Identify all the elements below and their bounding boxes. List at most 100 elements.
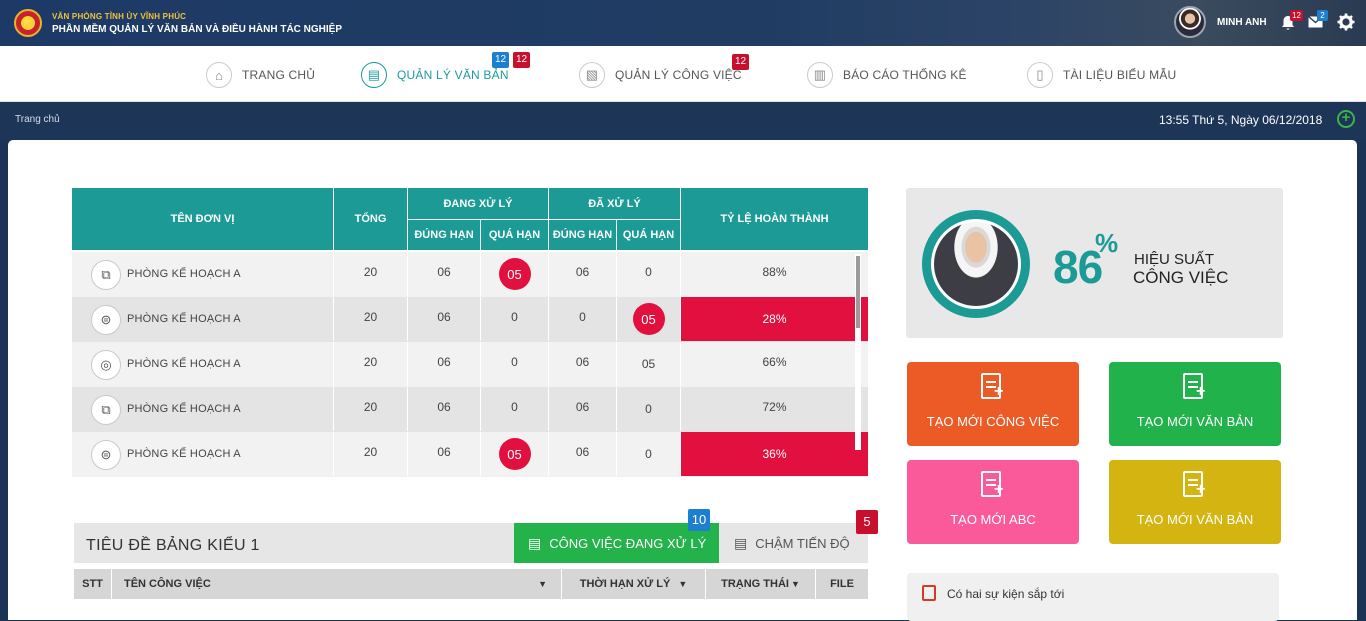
col-rate: TỶ LỆ HOÀN THÀNH <box>720 213 829 225</box>
nav-label: BÁO CÁO THỐNG KÊ <box>843 68 967 82</box>
mail-count-badge: 2 <box>1317 10 1328 21</box>
completion-rate: 72% <box>762 400 787 414</box>
create-abc-button[interactable]: + TẠO MỚI ABC <box>907 460 1079 544</box>
sort-down-icon[interactable]: ▼ <box>538 579 547 589</box>
performance-label: HIỆU SUẤT <box>1134 251 1215 268</box>
table-row[interactable]: ⧉ PHÒNG KẾ HOẠCH A 20 06 0 06 0 72% <box>72 387 868 432</box>
processed-overdue: 0 <box>617 252 681 296</box>
col-processing: ĐANG XỬ LÝ <box>408 188 549 219</box>
nav-label: QUẢN LÝ VĂN BẢN <box>397 68 509 82</box>
col-total: TỔNG <box>334 188 408 250</box>
processing-on-time: 06 <box>408 432 481 476</box>
top-bar <box>0 0 1366 46</box>
table-row[interactable]: ⧉ PHÒNG KẾ HOẠCH A 20 06 05 06 0 88% <box>72 252 868 297</box>
tab-delayed[interactable]: ▤ CHẬM TIẾN ĐỘ <box>722 523 868 563</box>
total: 20 <box>334 342 408 386</box>
overdue-alert-badge: 05 <box>498 438 531 470</box>
col-task-name[interactable]: TÊN CÔNG VIỆC ▼ <box>112 569 562 599</box>
nav-label: TRANG CHỦ <box>242 68 316 82</box>
processed-on-time: 06 <box>549 432 617 476</box>
processing-on-time: 06 <box>408 297 481 341</box>
processing-overdue: 0 <box>481 387 549 431</box>
task-icon: ▧ <box>579 62 605 88</box>
processed-overdue: 0 <box>617 432 681 476</box>
performance-percent-sign: % <box>1095 228 1119 258</box>
create-task-button[interactable]: + TẠO MỚI CÔNG VIỆC <box>907 362 1079 446</box>
col-processed: ĐÃ XỬ LÝ <box>549 188 681 219</box>
current-datetime: 13:55 Thứ 5, Ngày 06/12/2018 <box>1159 113 1323 127</box>
subtable-header: STT TÊN CÔNG VIỆC ▼ THỜI HẠN XỬ LÝ ▼ TRẠNG… <box>74 569 868 599</box>
nav-badge-red: 12 <box>513 52 530 68</box>
create-document-button[interactable]: + TẠO MỚI VĂN BẢN <box>1109 362 1281 446</box>
processed-on-time: 06 <box>549 387 617 431</box>
create-document-button-2[interactable]: + TẠO MỚI VĂN BẢN <box>1109 460 1281 544</box>
org-name: VĂN PHÒNG TỈNH ỦY VĨNH PHÚC <box>52 12 187 21</box>
performance-label-2: CÔNG VIỆC <box>1133 268 1229 287</box>
sort-down-icon[interactable]: ▼ <box>678 579 687 589</box>
processing-on-time: 06 <box>408 252 481 296</box>
user-name[interactable]: MINH ANH <box>1217 17 1267 28</box>
processed-on-time: 06 <box>549 342 617 386</box>
file-icon: ▯ <box>1027 62 1053 88</box>
col-deadline[interactable]: THỜI HẠN XỬ LÝ ▼ <box>562 569 706 599</box>
task-doc-icon: ▤ <box>734 534 748 551</box>
tab-count-badge: 10 <box>688 509 710 531</box>
nav-templates[interactable]: ▯ TÀI LIỆU BIỂU MẪU <box>1027 60 1176 90</box>
nav-label: QUẢN LÝ CÔNG VIỆC <box>615 68 742 82</box>
table-row[interactable]: ◎ PHÒNG KẾ HOẠCH A 20 06 0 06 05 66% <box>72 342 868 387</box>
processed-overdue: 05 <box>617 342 681 386</box>
col-file: FILE <box>830 578 854 590</box>
card-label: TẠO MỚI VĂN BẢN <box>1136 512 1254 527</box>
scrollbar-thumb[interactable] <box>856 256 860 328</box>
user-photo <box>931 219 1021 309</box>
tab-count-badge: 5 <box>856 510 878 534</box>
upcoming-events-text: Có hai sự kiện sắp tới <box>947 587 1065 601</box>
breadcrumb[interactable]: Trang chủ <box>15 114 60 125</box>
processed-on-time: 0 <box>549 297 617 341</box>
nav-task-management[interactable]: ▧ QUẢN LÝ CÔNG VIỆC <box>579 60 742 90</box>
add-circle-icon[interactable]: + <box>1337 110 1355 128</box>
col-unit: TÊN ĐƠN VỊ <box>72 188 334 250</box>
task-doc-icon: ▤ <box>528 534 542 551</box>
app-name: PHẦN MỀM QUẢN LÝ VĂN BẢN VÀ ĐIỀU HÀNH TÁ… <box>52 24 343 35</box>
col-processing-on-time: ĐÚNG HẠN <box>408 220 481 250</box>
col-processed-on-time: ĐÚNG HẠN <box>549 220 617 250</box>
total: 20 <box>334 432 408 476</box>
tab-label: CÔNG VIỆC ĐANG XỬ LÝ <box>549 535 707 551</box>
document-icon: ▤ <box>361 62 387 88</box>
col-status[interactable]: TRẠNG THÁI ▼ <box>706 569 816 599</box>
nav-home[interactable]: ⌂ TRANG CHỦ <box>206 60 315 90</box>
col-processed-overdue: QUÁ HẠN <box>617 220 681 250</box>
total: 20 <box>334 297 408 341</box>
table-scrollbar[interactable] <box>855 254 861 450</box>
completion-rate: 66% <box>762 355 787 369</box>
user-avatar[interactable] <box>1174 6 1206 38</box>
col-stt: STT <box>74 569 112 599</box>
processed-on-time: 06 <box>549 252 617 296</box>
table-row[interactable]: ⊜ PHÒNG KẾ HOẠCH A 20 06 05 06 0 36% <box>72 432 868 477</box>
national-emblem-logo <box>14 9 42 37</box>
notification-count-badge: 12 <box>1290 10 1303 21</box>
card-label: TẠO MỚI CÔNG VIỆC <box>926 414 1060 429</box>
nav-badge-blue: 12 <box>492 52 509 68</box>
nav-document-management[interactable]: ▤ QUẢN LÝ VĂN BẢN <box>361 60 509 90</box>
calendar-icon <box>922 585 936 601</box>
nav-label: TÀI LIỆU BIỂU MẪU <box>1063 68 1177 82</box>
overdue-alert-badge: 05 <box>632 303 665 335</box>
table-header: TÊN ĐƠN VỊ TỔNG ĐANG XỬ LÝ ĐÃ XỬ LÝ TỶ L… <box>72 188 868 250</box>
overdue-alert-badge: 05 <box>498 258 531 290</box>
nav-reports[interactable]: ▥ BÁO CÁO THỐNG KÊ <box>807 60 967 90</box>
subtable-title: TIÊU ĐỀ BẢNG KIỂU 1 <box>86 537 260 554</box>
sort-down-icon[interactable]: ▼ <box>791 579 800 589</box>
completion-rate-alert: 28% <box>681 297 868 341</box>
processing-overdue: 0 <box>481 342 549 386</box>
card-label: TẠO MỚI ABC <box>950 512 1036 527</box>
processing-on-time: 06 <box>408 342 481 386</box>
processing-on-time: 06 <box>408 387 481 431</box>
processing-overdue: 0 <box>481 297 549 341</box>
card-label: TẠO MỚI VĂN BẢN <box>1136 414 1254 429</box>
gear-icon[interactable] <box>1337 13 1355 34</box>
home-icon: ⌂ <box>206 62 232 88</box>
tab-label: CHẬM TIẾN ĐỘ <box>755 535 850 551</box>
table-row[interactable]: ⊜ PHÒNG KẾ HOẠCH A 20 06 0 0 05 28% <box>72 297 868 342</box>
